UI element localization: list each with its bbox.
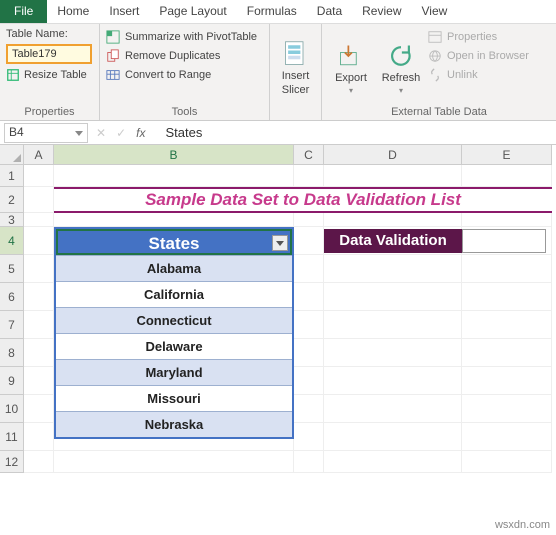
unlink-label: Unlink xyxy=(447,69,478,81)
cancel-icon[interactable]: ✕ xyxy=(96,126,106,140)
row-header-11[interactable]: 11 xyxy=(0,423,24,451)
table-name-label: Table Name: xyxy=(6,28,93,40)
row-header-5[interactable]: 5 xyxy=(0,255,24,283)
unlink-button: Unlink xyxy=(428,68,529,82)
row-header-10[interactable]: 10 xyxy=(0,395,24,423)
menu-formulas[interactable]: Formulas xyxy=(237,0,307,23)
table-row[interactable]: Missouri xyxy=(56,385,292,411)
watermark: wsxdn.com xyxy=(495,519,550,531)
ribbon-group-properties: Table Name: Resize Table Properties xyxy=(0,24,100,120)
table-row[interactable]: Alabama xyxy=(56,255,292,281)
refresh-label: Refresh xyxy=(382,72,421,84)
range-label: Convert to Range xyxy=(125,69,211,81)
select-all-corner[interactable] xyxy=(0,145,24,165)
chevron-down-icon: ▾ xyxy=(349,86,353,95)
col-header-B[interactable]: B xyxy=(54,145,294,165)
slicer-label1: Insert xyxy=(282,70,310,82)
resize-icon xyxy=(6,68,20,82)
formula-input[interactable] xyxy=(159,123,556,142)
menu-page-layout[interactable]: Page Layout xyxy=(149,0,236,23)
menu-insert[interactable]: Insert xyxy=(99,0,149,23)
remove-duplicates-button[interactable]: Remove Duplicates xyxy=(106,49,257,63)
convert-range-button[interactable]: Convert to Range xyxy=(106,68,257,82)
formula-buttons: ✕ ✓ fx xyxy=(88,126,159,140)
ribbon-group-slicer: Insert Slicer xyxy=(270,24,322,120)
ribbon-group-external: Export ▾ Refresh ▾ Properties Open in Br… xyxy=(322,24,556,120)
tools-group-label: Tools xyxy=(106,104,263,120)
table-row[interactable]: Maryland xyxy=(56,359,292,385)
filter-dropdown-icon[interactable] xyxy=(272,235,288,251)
row-header-2[interactable]: 2 xyxy=(0,187,24,213)
col-header-E[interactable]: E xyxy=(462,145,552,165)
enter-icon[interactable]: ✓ xyxy=(116,126,126,140)
summarize-pivot-button[interactable]: Summarize with PivotTable xyxy=(106,30,257,44)
data-validation-header: Data Validation xyxy=(324,229,462,253)
range-icon xyxy=(106,68,120,82)
row-header-8[interactable]: 8 xyxy=(0,339,24,367)
menu-file[interactable]: File xyxy=(0,0,47,23)
menu-data[interactable]: Data xyxy=(307,0,352,23)
page-title: Sample Data Set to Data Validation List xyxy=(54,187,552,213)
row-header-3[interactable]: 3 xyxy=(0,213,24,227)
resize-table-button[interactable]: Resize Table xyxy=(6,68,93,82)
unlink-icon xyxy=(428,68,442,82)
ribbon-group-tools: Summarize with PivotTable Remove Duplica… xyxy=(100,24,270,120)
row-header-4[interactable]: 4 xyxy=(0,227,24,255)
insert-slicer-button[interactable]: Insert Slicer xyxy=(276,28,315,104)
name-box[interactable]: B4 xyxy=(4,123,88,143)
menu-review[interactable]: Review xyxy=(352,0,411,23)
states-table: StatesAlabamaCaliforniaConnecticutDelawa… xyxy=(54,227,294,439)
table-row[interactable]: Nebraska xyxy=(56,411,292,437)
properties-group-label: Properties xyxy=(6,104,93,120)
col-header-D[interactable]: D xyxy=(324,145,462,165)
browser-icon xyxy=(428,49,442,63)
row-header-9[interactable]: 9 xyxy=(0,367,24,395)
duplicates-label: Remove Duplicates xyxy=(125,50,220,62)
data-validation-cell[interactable] xyxy=(462,229,546,253)
export-button[interactable]: Export ▾ xyxy=(328,28,374,104)
table-row[interactable]: California xyxy=(56,281,292,307)
open-browser-button: Open in Browser xyxy=(428,49,529,63)
chevron-down-icon: ▾ xyxy=(399,86,403,95)
col-header-C[interactable]: C xyxy=(294,145,324,165)
pivot-label: Summarize with PivotTable xyxy=(125,31,257,43)
table-row[interactable]: Delaware xyxy=(56,333,292,359)
row-header-6[interactable]: 6 xyxy=(0,283,24,311)
ribbon: Table Name: Resize Table Properties Summ… xyxy=(0,24,556,121)
resize-table-label: Resize Table xyxy=(24,69,87,81)
slicer-icon xyxy=(282,40,310,68)
table-header-states[interactable]: States xyxy=(56,229,292,255)
col-header-A[interactable]: A xyxy=(24,145,54,165)
refresh-icon xyxy=(387,42,415,70)
formula-bar: B4 ✕ ✓ fx xyxy=(0,121,556,145)
row-header-1[interactable]: 1 xyxy=(0,165,24,187)
menu-bar: File Home Insert Page Layout Formulas Da… xyxy=(0,0,556,24)
export-label: Export xyxy=(335,72,367,84)
slicer-label2: Slicer xyxy=(282,84,310,96)
export-icon xyxy=(337,42,365,70)
row-header-12[interactable]: 12 xyxy=(0,451,24,473)
external-group-label: External Table Data xyxy=(328,104,550,120)
refresh-button[interactable]: Refresh ▾ xyxy=(378,28,424,104)
table-row[interactable]: Connecticut xyxy=(56,307,292,333)
duplicates-icon xyxy=(106,49,120,63)
menu-view[interactable]: View xyxy=(412,0,458,23)
table-name-input[interactable] xyxy=(6,44,92,64)
menu-home[interactable]: Home xyxy=(47,0,99,23)
browser-label: Open in Browser xyxy=(447,50,529,62)
pivot-icon xyxy=(106,30,120,44)
fx-icon[interactable]: fx xyxy=(136,126,151,140)
row-header-7[interactable]: 7 xyxy=(0,311,24,339)
slicer-spacer xyxy=(276,104,315,120)
title-text: Sample Data Set to Data Validation List xyxy=(145,190,461,210)
ext-properties-button: Properties xyxy=(428,30,529,44)
ext-props-label: Properties xyxy=(447,31,497,43)
properties-icon xyxy=(428,30,442,44)
